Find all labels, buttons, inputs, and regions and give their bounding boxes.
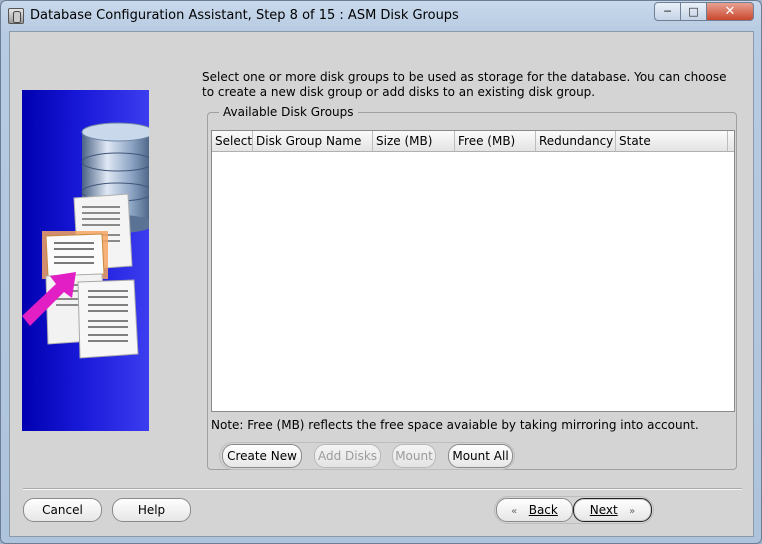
column-header-redundancy[interactable]: Redundancy (536, 131, 616, 152)
minimize-button[interactable]: ─ (654, 2, 681, 21)
column-header-disk-group-name[interactable]: Disk Group Name (253, 131, 373, 152)
wizard-body: Select one or more disk groups to be use… (9, 31, 754, 537)
footer-separator (23, 488, 742, 490)
table-header: Select Disk Group Name Size (MB) Free (M… (212, 131, 734, 152)
column-header-filler (728, 131, 734, 152)
column-header-state[interactable]: State (616, 131, 728, 152)
free-space-note: Note: Free (MB) reflects the free space … (211, 418, 699, 432)
dbca-window: Database Configuration Assistant, Step 8… (0, 0, 762, 544)
database-app-icon (8, 8, 24, 24)
maximize-button[interactable]: □ (680, 2, 707, 21)
help-button[interactable]: Help (112, 498, 191, 522)
close-button[interactable]: ✕ (706, 2, 754, 21)
cancel-button[interactable]: Cancel (23, 498, 102, 522)
disk-groups-table[interactable]: Select Disk Group Name Size (MB) Free (M… (211, 130, 735, 412)
window-title: Database Configuration Assistant, Step 8… (30, 8, 459, 23)
next-button[interactable]: Next » (573, 498, 652, 522)
back-button[interactable]: « Back (496, 498, 573, 522)
create-new-button[interactable]: Create New (222, 444, 302, 468)
back-button-label: Back (528, 503, 558, 517)
disk-groups-legend: Available Disk Groups (219, 105, 358, 119)
back-arrow-icon: « (511, 506, 518, 517)
instructions-text: Select one or more disk groups to be use… (202, 70, 727, 99)
column-header-free[interactable]: Free (MB) (455, 131, 536, 152)
column-header-size[interactable]: Size (MB) (373, 131, 455, 152)
column-header-select[interactable]: Select (212, 131, 253, 152)
database-documents-illustration (22, 122, 149, 359)
next-arrow-icon: » (629, 506, 636, 517)
add-disks-button[interactable]: Add Disks (314, 444, 381, 468)
next-button-label: Next (589, 503, 618, 517)
wizard-illustration (22, 90, 149, 431)
title-bar[interactable]: Database Configuration Assistant, Step 8… (1, 1, 761, 31)
mount-button[interactable]: Mount (392, 444, 436, 468)
highlighted-document-icon (42, 231, 108, 279)
mount-all-button[interactable]: Mount All (448, 444, 513, 468)
document-icon (77, 279, 139, 359)
